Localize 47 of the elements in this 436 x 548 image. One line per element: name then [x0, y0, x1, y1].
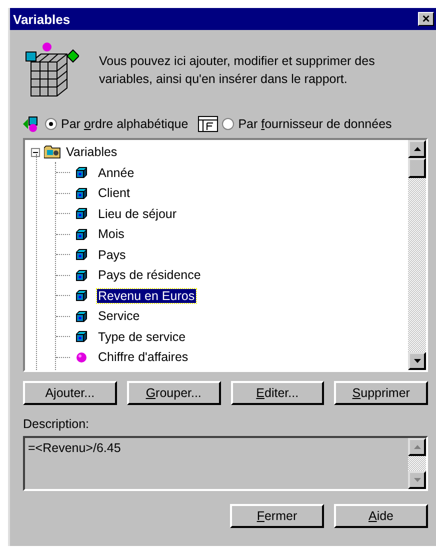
radio-label[interactable]: Par ordre alphabétique: [61, 117, 188, 131]
cube-icon: [76, 228, 87, 240]
up-arrow-icon: [414, 445, 420, 449]
tree-item[interactable]: Lieu de séjour: [97, 206, 178, 221]
radio-button[interactable]: [222, 118, 234, 130]
action-button[interactable]: Grouper...: [126, 381, 220, 405]
cube-icon: [76, 249, 87, 260]
tree-item[interactable]: Mois: [97, 227, 126, 242]
cube-icon: [76, 331, 87, 342]
window-title: Variables: [13, 12, 70, 26]
down-arrow-icon: [414, 478, 420, 482]
radio-button[interactable]: [45, 118, 57, 130]
tree-item[interactable]: Année: [97, 166, 136, 180]
cube-icon: [76, 188, 87, 199]
cube-icon: [76, 208, 87, 220]
folder-icon: [44, 145, 62, 160]
up-arrow-icon: [414, 147, 420, 151]
description-field[interactable]: =<Revenu>/6.45: [23, 436, 428, 491]
tree-item[interactable]: Service: [97, 309, 141, 324]
tree-item[interactable]: Revenu en Euros: [97, 288, 196, 303]
action-button[interactable]: Editer...: [230, 381, 324, 405]
tree-item[interactable]: Chiffre d'affaires: [97, 350, 190, 364]
scrollbar[interactable]: [408, 140, 426, 370]
action-button[interactable]: Ajouter...: [23, 381, 117, 405]
dialog-button[interactable]: Fermer: [230, 504, 324, 528]
tree-item[interactable]: Pays de résidence: [97, 268, 202, 282]
cube-icon: [76, 167, 87, 178]
action-button[interactable]: Supprimer: [334, 381, 428, 405]
sphere-icon: [76, 352, 87, 363]
scrollbar[interactable]: [408, 438, 426, 489]
description-label: Description:: [23, 417, 90, 431]
scrollbar-thumb[interactable]: [408, 158, 426, 178]
intro-text: Vous pouvez ici ajouter, modifier et supprimer des variables, ainsi qu'en insérer dans le rapport.: [99, 53, 376, 88]
tree-item[interactable]: Pays: [97, 248, 127, 262]
cube-icon: [76, 290, 87, 302]
radio-label[interactable]: Par fournisseur de données: [238, 117, 392, 131]
tree-item[interactable]: Client: [97, 186, 131, 200]
collapse-icon[interactable]: [31, 148, 40, 157]
down-arrow-icon: [414, 359, 420, 363]
dialog-button[interactable]: Aide: [334, 504, 428, 528]
tree-item[interactable]: Type de service: [97, 330, 187, 344]
cube-icon: [76, 270, 87, 281]
table-icon: [198, 116, 218, 132]
cube-icon: [76, 310, 87, 322]
cube-drawing: [23, 42, 79, 98]
close-button[interactable]: ×: [418, 12, 434, 26]
tree-item[interactable]: Variables: [65, 145, 118, 160]
